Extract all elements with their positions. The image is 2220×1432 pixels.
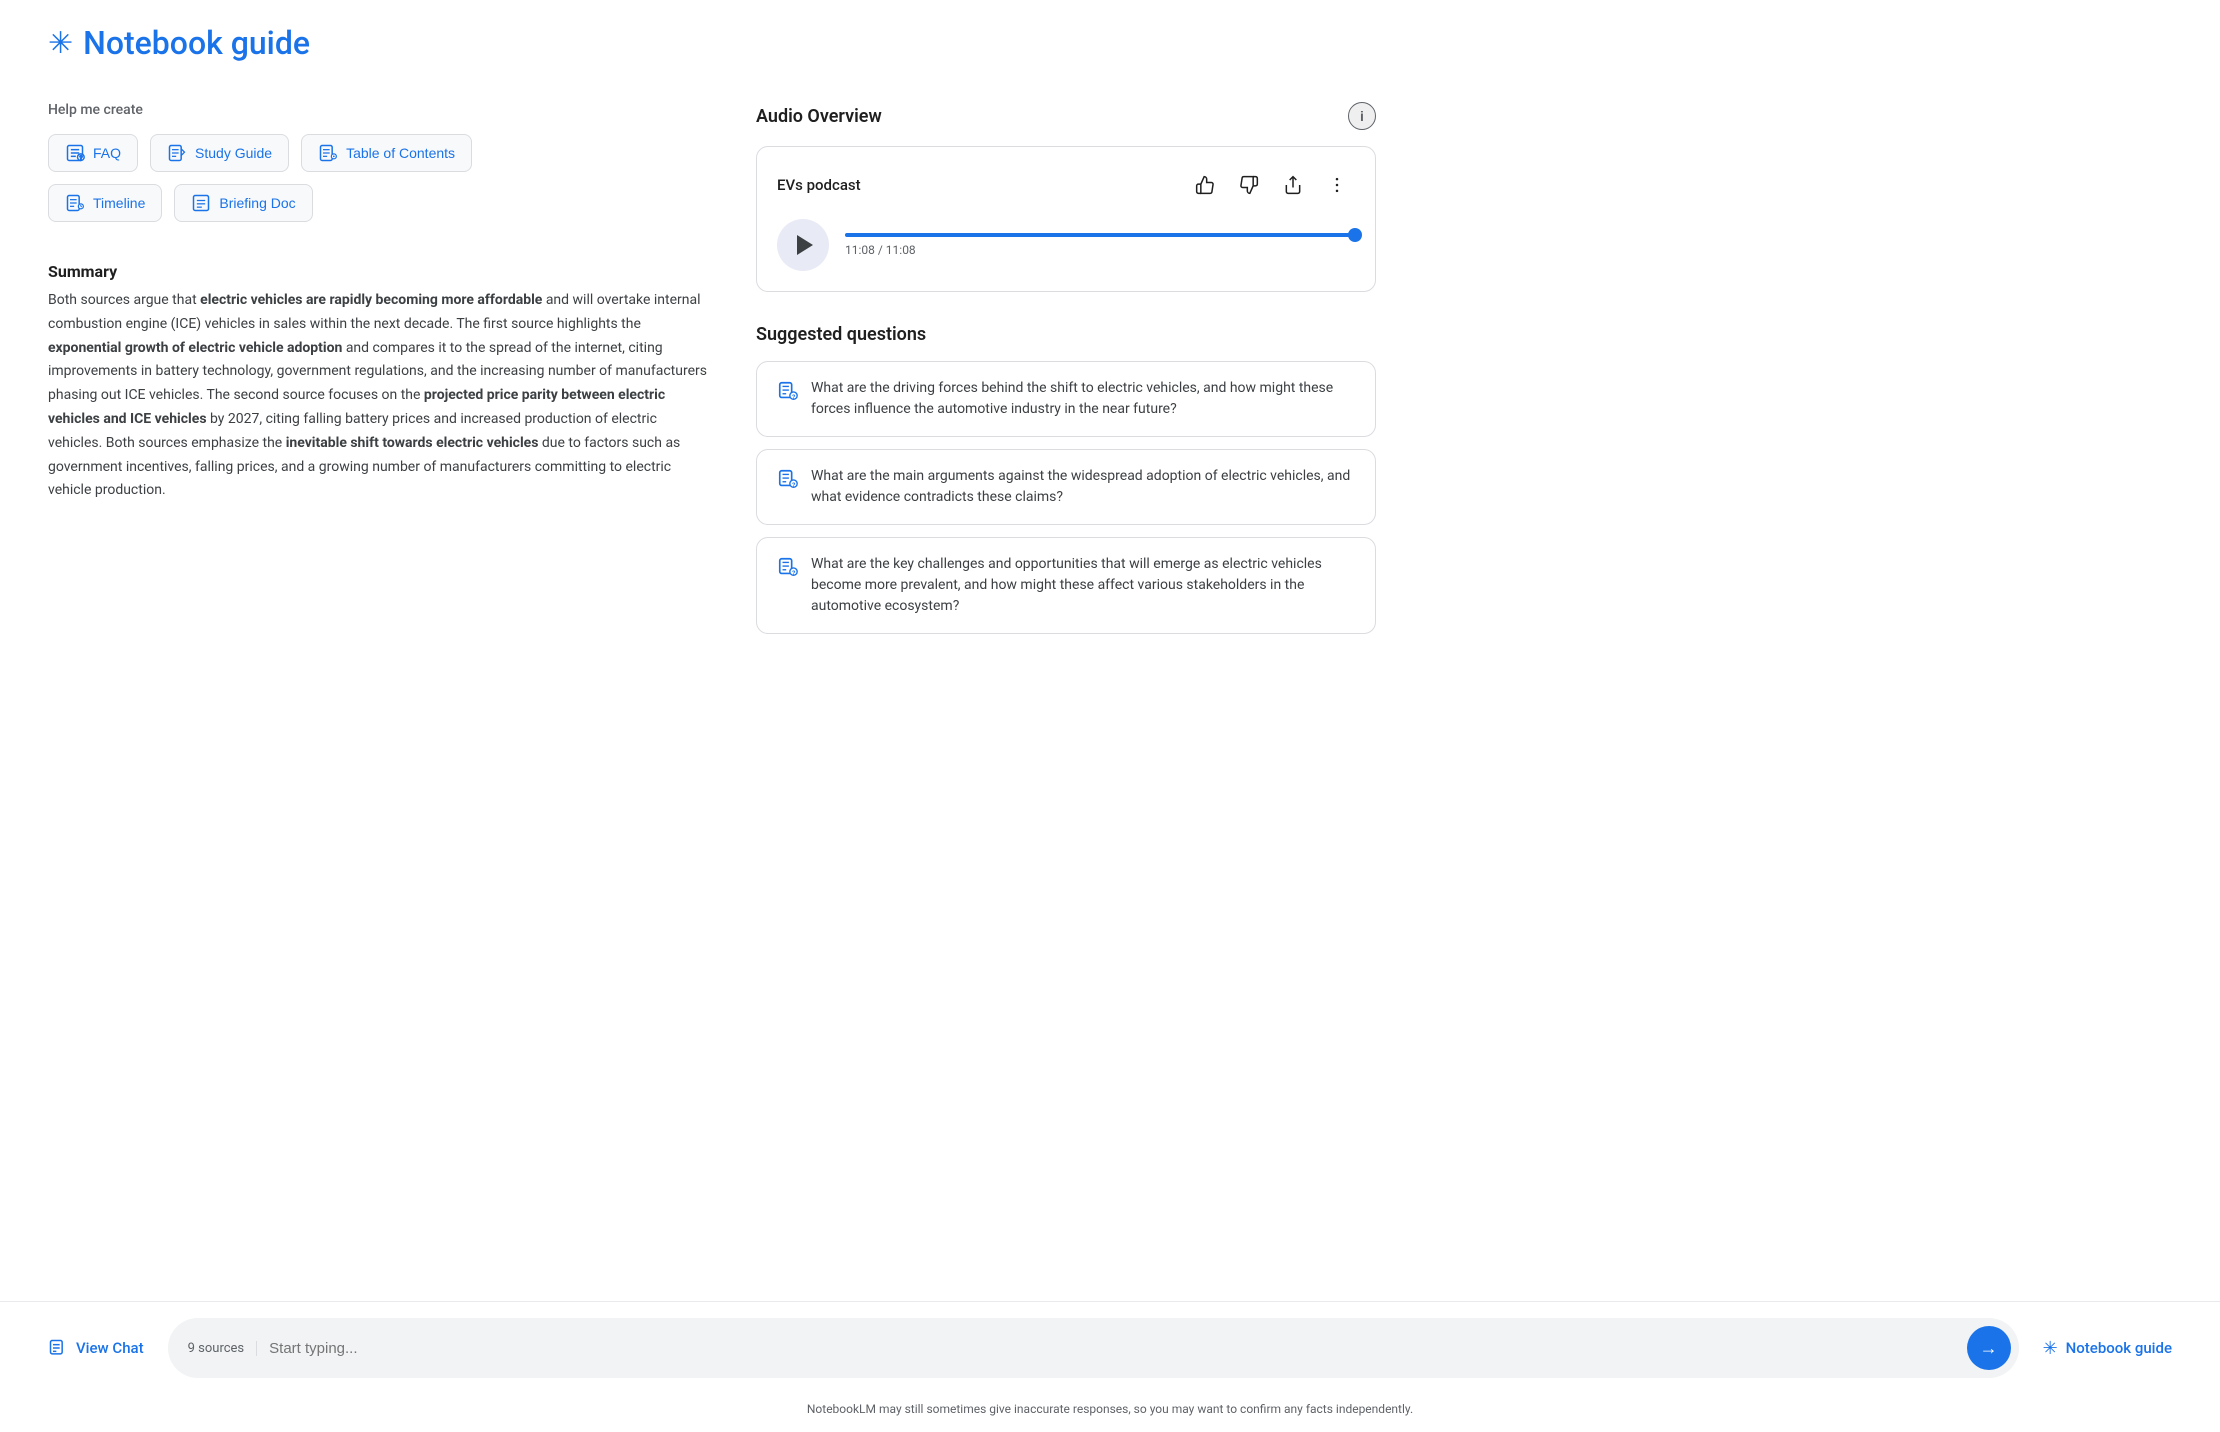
svg-text:?: ? [792, 569, 795, 577]
chip-timeline[interactable]: Timeline [48, 184, 162, 222]
summary-section: Summary Both sources argue that electric… [48, 262, 708, 503]
star-icon: ✳ [48, 26, 73, 61]
question-icon-1: ? [777, 380, 799, 402]
question-text-1: What are the driving forces behind the s… [811, 378, 1355, 420]
play-icon [797, 235, 813, 255]
chip-table-of-contents-label: Table of Contents [346, 145, 455, 161]
notebook-star-icon: ✳ [2043, 1338, 2058, 1359]
question-icon-3: ? [777, 556, 799, 578]
bottom-bar: View Chat 9 sources → ✳ Notebook guide [0, 1301, 2220, 1394]
audio-controls-right [1187, 167, 1355, 203]
search-input[interactable] [269, 1340, 1954, 1357]
play-button[interactable] [777, 219, 829, 271]
help-label: Help me create [48, 102, 708, 118]
question-text-2: What are the main arguments against the … [811, 466, 1355, 508]
notebook-guide-button[interactable]: ✳ Notebook guide [2043, 1338, 2172, 1359]
chip-faq-label: FAQ [93, 145, 121, 161]
progress-dot [1348, 228, 1362, 242]
briefing-doc-icon [191, 193, 211, 213]
progress-fill [845, 233, 1355, 237]
audio-overview-header: Audio Overview i [756, 102, 1376, 130]
chips-row-1: ? FAQ Study Guide [48, 134, 708, 172]
share-button[interactable] [1275, 167, 1311, 203]
notebook-guide-label: Notebook guide [2066, 1339, 2172, 1357]
chip-study-guide[interactable]: Study Guide [150, 134, 289, 172]
chip-briefing-doc-label: Briefing Doc [219, 195, 295, 211]
question-icon-2: ? [777, 468, 799, 490]
header: ✳ Notebook guide [0, 0, 2220, 78]
question-card-2[interactable]: ? What are the main arguments against th… [756, 449, 1376, 525]
svg-text:?: ? [80, 156, 83, 162]
audio-player: 11:08 / 11:08 [777, 219, 1355, 271]
chat-icon [48, 1338, 68, 1358]
audio-card: EVs podcast [756, 146, 1376, 292]
question-card-1[interactable]: ? What are the driving forces behind the… [756, 361, 1376, 437]
audio-progress[interactable]: 11:08 / 11:08 [845, 233, 1355, 257]
summary-title: Summary [48, 262, 708, 281]
question-card-3[interactable]: ? What are the key challenges and opport… [756, 537, 1376, 634]
suggested-questions-section: Suggested questions ? What are the drivi… [756, 324, 1376, 634]
svg-text:?: ? [792, 393, 795, 401]
more-options-button[interactable] [1319, 167, 1355, 203]
right-panel: Audio Overview i EVs podcast [756, 102, 1376, 1277]
svg-text:?: ? [792, 481, 795, 489]
podcast-title: EVs podcast [777, 176, 861, 194]
thumbs-up-button[interactable] [1187, 167, 1223, 203]
app-title-text: Notebook guide [83, 24, 310, 62]
faq-icon: ? [65, 143, 85, 163]
chips-row-2: Timeline Briefing Doc [48, 184, 708, 222]
audio-overview-title: Audio Overview [756, 106, 882, 127]
app-title: ✳ Notebook guide [48, 24, 310, 62]
timeline-icon [65, 193, 85, 213]
table-of-contents-icon [318, 143, 338, 163]
info-button[interactable]: i [1348, 102, 1376, 130]
study-guide-icon [167, 143, 187, 163]
chip-table-of-contents[interactable]: Table of Contents [301, 134, 472, 172]
sources-badge: 9 sources [188, 1341, 258, 1356]
chip-timeline-label: Timeline [93, 195, 145, 211]
chip-briefing-doc[interactable]: Briefing Doc [174, 184, 312, 222]
audio-card-header: EVs podcast [777, 167, 1355, 203]
main-content: Help me create ? FAQ [0, 78, 2220, 1301]
thumbs-down-button[interactable] [1231, 167, 1267, 203]
progress-track[interactable] [845, 233, 1355, 237]
left-panel: Help me create ? FAQ [48, 102, 708, 1277]
chip-study-guide-label: Study Guide [195, 145, 272, 161]
audio-time: 11:08 / 11:08 [845, 243, 1355, 257]
chip-faq[interactable]: ? FAQ [48, 134, 138, 172]
send-arrow-icon: → [1980, 1338, 1998, 1359]
send-button[interactable]: → [1967, 1326, 2011, 1370]
suggested-questions-title: Suggested questions [756, 324, 1376, 345]
question-text-3: What are the key challenges and opportun… [811, 554, 1355, 617]
view-chat-label: View Chat [76, 1339, 144, 1357]
search-bar: 9 sources → [168, 1318, 2019, 1378]
footer-disclaimer: NotebookLM may still sometimes give inac… [0, 1394, 2220, 1432]
summary-text: Both sources argue that electric vehicle… [48, 289, 708, 503]
view-chat-button[interactable]: View Chat [48, 1330, 144, 1366]
